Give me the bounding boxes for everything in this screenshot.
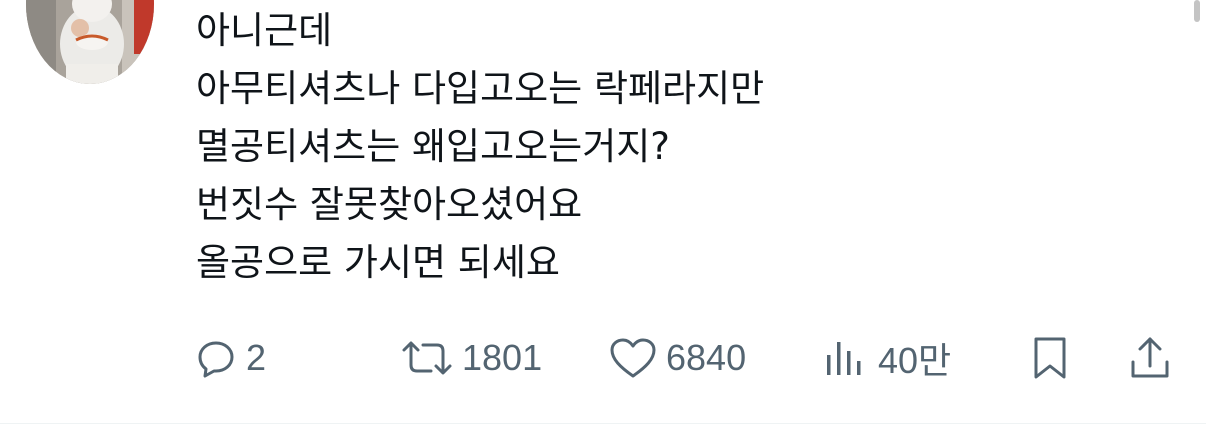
heart-icon — [608, 336, 658, 380]
scrollbar[interactable] — [1194, 0, 1200, 22]
share-icon — [1126, 334, 1174, 382]
repost-icon — [398, 338, 456, 378]
post-text-line: 멸공티셔츠는 왜입고오는거지? — [196, 125, 670, 168]
bookmark-button[interactable] — [1028, 330, 1072, 386]
reply-button[interactable]: 2 — [196, 330, 266, 386]
reply-count: 2 — [246, 337, 267, 378]
action-bar: 2 1801 6840 40만 — [0, 330, 1206, 386]
post-text-line: 올공으로 가시면 되세요 — [196, 241, 560, 284]
repost-button[interactable]: 1801 — [398, 330, 542, 386]
post: 아니근데 아무티셔츠나 다입고오는 락페라지만 멸공티셔츠는 왜입고오는거지? … — [0, 0, 1206, 438]
reply-icon — [196, 338, 236, 378]
bookmark-icon — [1028, 335, 1072, 381]
share-button[interactable] — [1126, 330, 1174, 386]
avatar-image — [26, 0, 154, 84]
post-text-line: 번짓수 잘못찾아오셨어요 — [196, 183, 583, 226]
repost-count: 1801 — [462, 337, 543, 378]
views-count: 40만 — [878, 340, 952, 381]
like-button[interactable]: 6840 — [608, 330, 746, 386]
post-text-line: 아무티셔츠나 다입고오는 락페라지만 — [196, 67, 765, 110]
views-button[interactable]: 40만 — [822, 330, 951, 386]
post-text: 아니근데 아무티셔츠나 다입고오는 락페라지만 멸공티셔츠는 왜입고오는거지? … — [196, 2, 1096, 292]
avatar[interactable] — [26, 0, 154, 84]
post-text-line: 아니근데 — [196, 9, 333, 52]
divider — [0, 423, 1206, 424]
views-chart-icon — [822, 337, 864, 379]
like-count: 6840 — [666, 337, 747, 378]
